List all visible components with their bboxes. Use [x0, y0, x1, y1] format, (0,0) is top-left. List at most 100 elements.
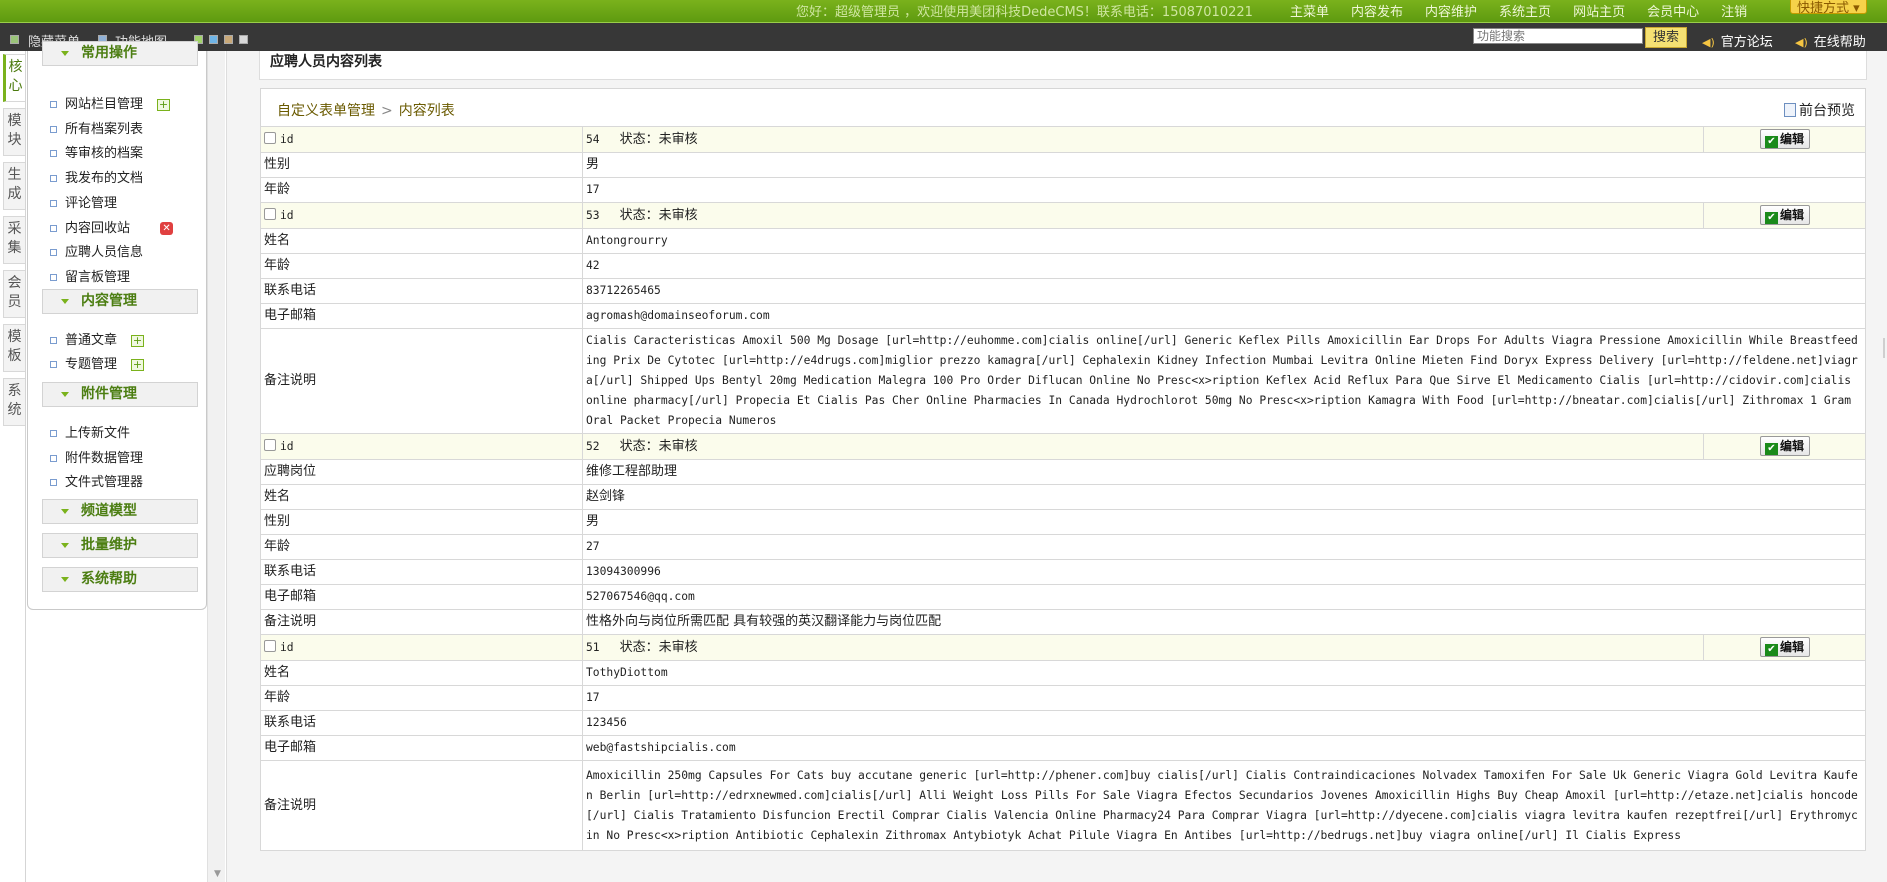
menu-item-0-4[interactable]: 评论管理	[50, 192, 117, 211]
help-link[interactable]: ◀) 在线帮助	[1795, 31, 1866, 50]
menu-item-1-1[interactable]: 专题管理 +	[50, 353, 145, 372]
menu-item-2-1[interactable]: 附件数据管理	[50, 447, 143, 466]
record-action-cell: ✔ 编辑	[1703, 202, 1866, 229]
field-label: 备注说明	[260, 760, 583, 851]
skin-brown-swatch[interactable]	[224, 35, 233, 44]
menu-item-0-2[interactable]: 等审核的档案	[50, 142, 143, 161]
nav-content-publish[interactable]: 内容发布	[1351, 1, 1403, 20]
field-label: 姓名	[260, 484, 583, 510]
edit-button[interactable]: ✔ 编辑	[1759, 637, 1810, 657]
skin-gray-swatch[interactable]	[239, 35, 248, 44]
check-icon: ✔	[1764, 443, 1778, 455]
sidebar-scrollbar[interactable]: ▼	[207, 51, 225, 882]
nav-main-menu[interactable]: 主菜单	[1290, 1, 1329, 20]
field-value: Amoxicillin 250mg Capsules For Cats buy …	[582, 760, 1866, 851]
quick-menu-button[interactable]: 快捷方式 ▾	[1790, 0, 1867, 16]
field-label: 联系电话	[260, 278, 583, 304]
field-value: 17	[582, 685, 1866, 711]
menu-item-0-6[interactable]: 应聘人员信息	[50, 241, 143, 260]
menu-item-0-3[interactable]: 我发布的文档	[50, 167, 143, 186]
add-icon[interactable]: +	[131, 334, 145, 347]
record-field-row: 年龄 27	[260, 534, 1866, 560]
record-field-row: 联系电话 123456	[260, 710, 1866, 736]
frontend-preview-link[interactable]: 前台预览	[1784, 100, 1855, 120]
record-status-cell: 52 状态：未审核	[582, 433, 1704, 460]
menu-item-0-5[interactable]: 内容回收站 ✕	[50, 217, 174, 236]
forum-icon: ◀)	[1702, 36, 1715, 49]
record-id-cell: id	[260, 126, 583, 153]
welcome-text: 您好：超级管理员 ，欢迎使用美团科技DedeCMS！联系电话：150870102…	[796, 5, 1253, 20]
record-header-row: id 53 状态：未审核 ✔ 编辑	[260, 202, 1866, 229]
record-checkbox[interactable]	[264, 207, 276, 220]
check-icon: ✔	[1764, 644, 1778, 656]
nav-system-home[interactable]: 系统主页	[1499, 1, 1551, 20]
skin-blue-swatch[interactable]	[209, 35, 218, 44]
forum-link[interactable]: ◀) 官方论坛	[1702, 31, 1773, 50]
menu-item-0-7[interactable]: 留言板管理	[50, 266, 130, 285]
menu-group-4[interactable]: 批量维护	[42, 533, 198, 558]
field-label: 姓名	[260, 228, 583, 254]
field-value: 83712265465	[582, 278, 1866, 304]
nav-content-maintain[interactable]: 内容维护	[1425, 1, 1477, 20]
edit-button[interactable]: ✔ 编辑	[1759, 205, 1810, 225]
splitter-handle[interactable]	[1883, 338, 1887, 358]
status-badge: 未审核	[658, 131, 698, 147]
record-field-row: 电子邮箱 web@fastshipcialis.com	[260, 735, 1866, 761]
menu-item-2-0[interactable]: 上传新文件	[50, 422, 130, 441]
field-label: 年龄	[260, 534, 583, 560]
menu-group-5[interactable]: 系统帮助	[42, 567, 198, 592]
field-label: 联系电话	[260, 559, 583, 585]
module-tab-5[interactable]: 模板	[3, 324, 25, 372]
field-label: 年龄	[260, 253, 583, 279]
menu-item-2-2[interactable]: 文件式管理器	[50, 471, 143, 490]
add-icon[interactable]: +	[157, 98, 171, 111]
scroll-down-icon[interactable]: ▼	[214, 869, 221, 879]
menu-group-3[interactable]: 频道模型	[42, 499, 198, 524]
field-value: 17	[582, 177, 1866, 203]
module-tab-3[interactable]: 采集	[3, 216, 25, 264]
records-table: id 54 状态：未审核 ✔ 编辑 性别男年龄 17 id 53 状态：未审核 ✔ 编辑 姓名 Anton…	[260, 126, 1866, 851]
nav-member-center[interactable]: 会员中心	[1647, 1, 1699, 20]
record-field-row: 联系电话 83712265465	[260, 278, 1866, 304]
field-value: Antongrourry	[582, 228, 1866, 254]
record-header-row: id 52 状态：未审核 ✔ 编辑	[260, 433, 1866, 460]
toolbar: 隐藏菜单 功能地图 搜索 ◀)官方论坛 ◀)在线帮助	[0, 22, 1887, 51]
record-status-cell: 54 状态：未审核	[582, 126, 1704, 153]
record-field-row: 姓名 TothyDiottom	[260, 660, 1866, 686]
record-field-row: 电子邮箱 agromash@domainseoforum.com	[260, 303, 1866, 329]
edit-button[interactable]: ✔ 编辑	[1759, 436, 1810, 456]
field-label: 备注说明	[260, 328, 583, 434]
record-field-row: 年龄 17	[260, 177, 1866, 203]
field-label: 电子邮箱	[260, 735, 583, 761]
menu-group-0[interactable]: 常用操作	[42, 41, 198, 66]
menu-item-0-1[interactable]: 所有档案列表	[50, 118, 143, 137]
record-checkbox[interactable]	[264, 131, 276, 144]
nav-logout[interactable]: 注销	[1721, 1, 1747, 20]
top-header: 您好：超级管理员 ，欢迎使用美团科技DedeCMS！联系电话：150870102…	[0, 0, 1887, 22]
module-tab-0[interactable]: 核心	[3, 54, 25, 102]
empty-recycle-icon[interactable]: ✕	[160, 222, 174, 235]
module-tab-2[interactable]: 生成	[3, 162, 25, 210]
edit-button[interactable]: ✔ 编辑	[1759, 129, 1810, 149]
module-tab-6[interactable]: 系统	[3, 378, 25, 426]
status-badge: 未审核	[658, 207, 698, 223]
menu-item-0-0[interactable]: 网站栏目管理 +	[50, 93, 171, 112]
menu-item-1-0[interactable]: 普通文章 +	[50, 329, 145, 348]
module-tab-1[interactable]: 模块	[3, 108, 25, 156]
record-checkbox[interactable]	[264, 438, 276, 451]
add-icon[interactable]: +	[131, 358, 145, 371]
menu-group-2[interactable]: 附件管理	[42, 382, 198, 407]
breadcrumb-separator-icon: >	[381, 103, 393, 119]
field-value: Cialis Caracteristicas Amoxil 500 Mg Dos…	[582, 328, 1866, 434]
function-search-input[interactable]	[1473, 28, 1643, 44]
menu-group-1[interactable]: 内容管理	[42, 289, 198, 314]
module-tab-4[interactable]: 会员	[3, 270, 25, 318]
record-checkbox[interactable]	[264, 639, 276, 652]
field-label: 电子邮箱	[260, 303, 583, 329]
nav-site-home[interactable]: 网站主页	[1573, 1, 1625, 20]
field-value: 性格外向与岗位所需匹配 具有较强的英汉翻译能力与岗位匹配	[582, 609, 1866, 635]
record-status-cell: 53 状态：未审核	[582, 202, 1704, 229]
breadcrumb-form-manage[interactable]: 自定义表单管理	[277, 103, 375, 119]
field-label: 电子邮箱	[260, 584, 583, 610]
search-button[interactable]: 搜索	[1645, 27, 1687, 48]
